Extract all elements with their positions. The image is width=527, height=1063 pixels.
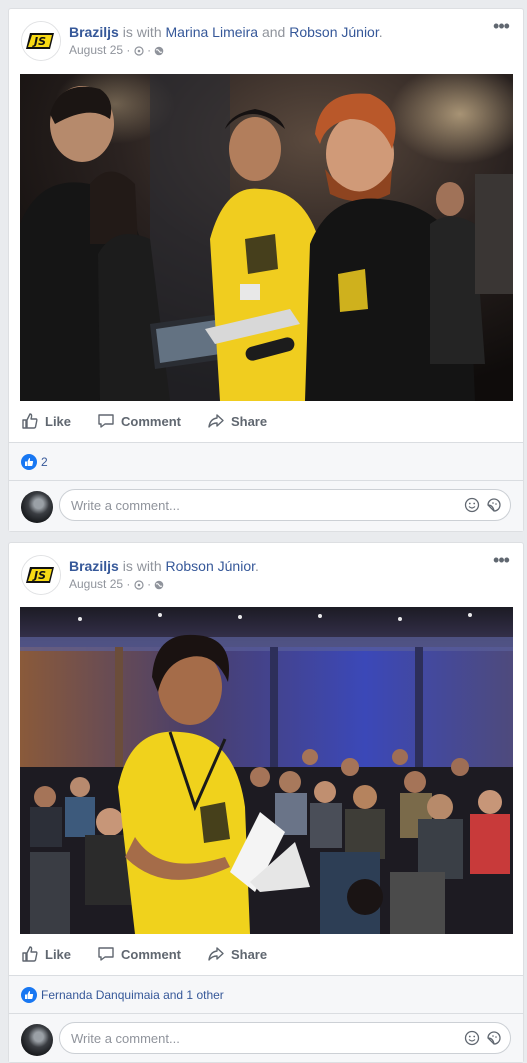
current-user-avatar xyxy=(21,1024,53,1056)
tagged-user-link[interactable]: Robson Júnior xyxy=(289,24,379,40)
photo-people-talking xyxy=(20,74,513,401)
post-meta: August 25 · · xyxy=(69,576,481,592)
tagged-user-link[interactable]: Robson Júnior xyxy=(166,558,256,574)
like-button[interactable]: Like xyxy=(21,945,71,963)
share-arrow-icon xyxy=(208,414,224,428)
post-photo[interactable] xyxy=(20,74,513,401)
reactions-summary[interactable]: Fernanda Danquimaia and 1 other xyxy=(9,975,523,1013)
reactions-summary[interactable]: 2 xyxy=(9,442,523,480)
punctuation: . xyxy=(378,24,383,40)
reaction-count: 2 xyxy=(41,454,48,469)
comment-composer xyxy=(9,480,523,531)
post-header: JS Braziljs is with Robson Júnior. Augus… xyxy=(21,551,511,599)
like-label: Like xyxy=(45,413,72,429)
location-icon xyxy=(134,46,144,56)
post-meta: August 25 · · xyxy=(69,42,481,58)
and-text: and xyxy=(258,24,290,40)
comment-button[interactable]: Comment xyxy=(97,412,181,430)
share-button[interactable]: Share xyxy=(207,945,267,963)
svg-text:JS: JS xyxy=(32,35,46,48)
author-link[interactable]: Braziljs xyxy=(69,24,119,40)
post-actions: Like Comment Share xyxy=(21,403,511,439)
with-text: is with xyxy=(118,24,166,40)
photo-conference-audience xyxy=(20,607,513,934)
comment-composer xyxy=(9,1013,523,1062)
reaction-names: Fernanda Danquimaia and 1 other xyxy=(41,987,224,1002)
share-label: Share xyxy=(230,413,268,429)
page-avatar[interactable]: JS xyxy=(21,555,61,595)
comment-label: Comment xyxy=(121,946,181,962)
globe-icon xyxy=(155,46,164,56)
braziljs-logo: JS xyxy=(22,22,60,60)
punctuation: . xyxy=(255,558,259,574)
post-options-icon[interactable]: ••• xyxy=(491,551,511,573)
feed-post: JS Braziljs is with Robson Júnior. Augus… xyxy=(8,542,524,1063)
comment-button[interactable]: Comment xyxy=(97,945,181,963)
author-link[interactable]: Braziljs xyxy=(69,558,119,574)
post-photo[interactable] xyxy=(20,607,513,934)
like-button[interactable]: Like xyxy=(21,412,71,430)
comment-input[interactable] xyxy=(59,1022,511,1054)
share-arrow-icon xyxy=(208,947,224,961)
post-header: JS Braziljs is with Marina Limeira and R… xyxy=(21,17,511,65)
comment-input[interactable] xyxy=(59,489,511,521)
comment-label: Comment xyxy=(121,413,181,429)
location-icon xyxy=(134,580,144,590)
post-date[interactable]: August 25 xyxy=(69,43,123,57)
sticker-icon[interactable] xyxy=(486,497,502,513)
with-text: is with xyxy=(118,558,166,574)
emoji-icon[interactable] xyxy=(464,497,480,513)
like-reaction-icon xyxy=(21,986,37,1003)
post-headline: Braziljs is with Robson Júnior. xyxy=(69,557,481,575)
thumbs-up-icon xyxy=(22,413,38,429)
like-reaction-icon xyxy=(21,453,37,470)
like-label: Like xyxy=(45,946,72,962)
share-button[interactable]: Share xyxy=(207,412,267,430)
feed-post: JS Braziljs is with Marina Limeira and R… xyxy=(8,8,524,532)
post-headline: Braziljs is with Marina Limeira and Robs… xyxy=(69,23,481,41)
current-user-avatar xyxy=(21,491,53,523)
tagged-user-link[interactable]: Marina Limeira xyxy=(166,24,259,40)
comment-bubble-icon xyxy=(98,947,114,961)
page-avatar[interactable]: JS xyxy=(21,21,61,61)
post-actions: Like Comment Share xyxy=(21,936,511,972)
emoji-icon[interactable] xyxy=(464,1030,480,1046)
braziljs-logo: JS xyxy=(22,556,60,594)
thumbs-up-icon xyxy=(22,946,38,962)
share-label: Share xyxy=(230,946,268,962)
post-options-icon[interactable]: ••• xyxy=(491,17,511,39)
globe-icon xyxy=(155,580,164,590)
post-date[interactable]: August 25 xyxy=(69,577,123,591)
comment-bubble-icon xyxy=(98,414,114,428)
svg-text:JS: JS xyxy=(32,569,46,582)
sticker-icon[interactable] xyxy=(486,1030,502,1046)
